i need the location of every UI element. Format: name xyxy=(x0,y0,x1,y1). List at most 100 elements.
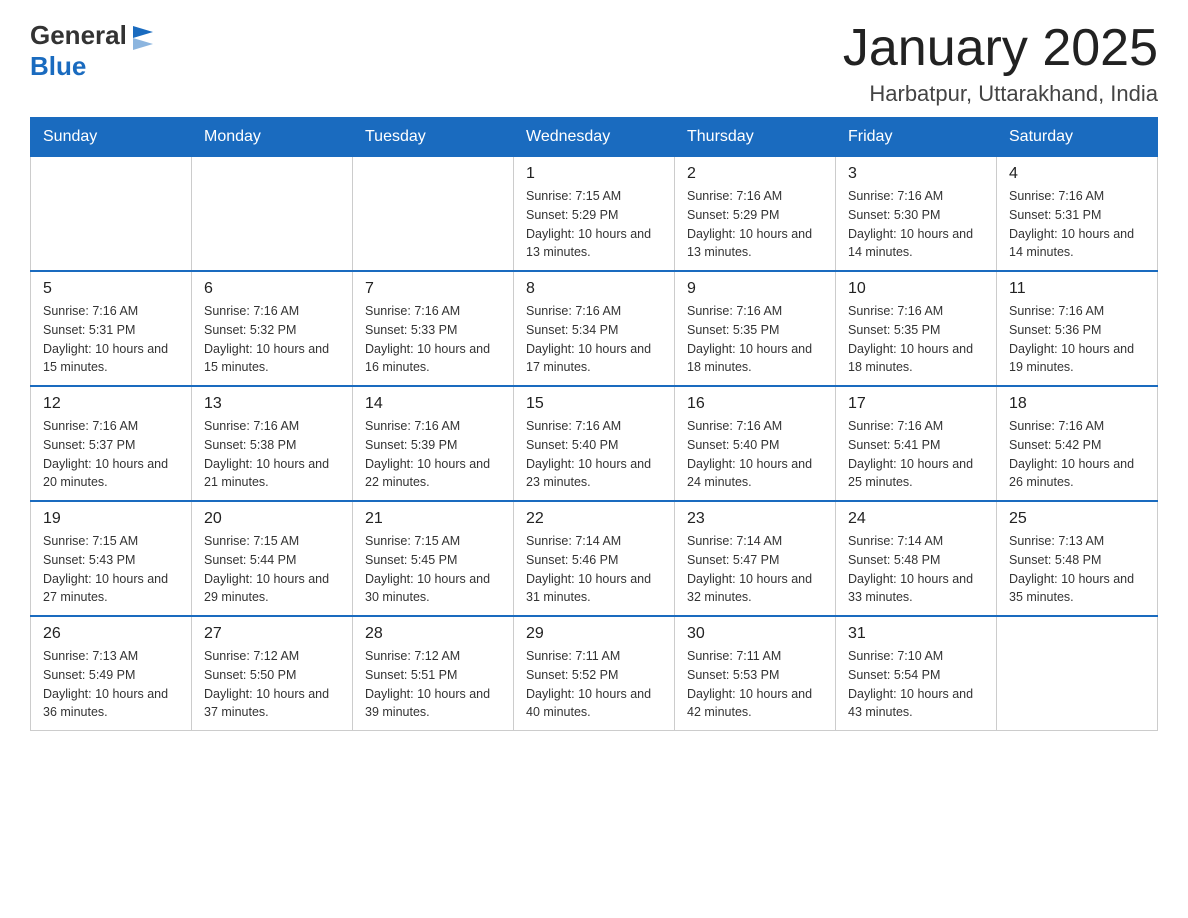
calendar-cell: 20Sunrise: 7:15 AM Sunset: 5:44 PM Dayli… xyxy=(192,501,353,616)
calendar-cell: 5 Sunrise: 7:16 AM Sunset: 5:31 PM Daylig… xyxy=(31,271,192,386)
column-header-tuesday: Tuesday xyxy=(353,118,514,157)
calendar-cell: 17Sunrise: 7:16 AM Sunset: 5:41 PM Dayli… xyxy=(836,386,997,501)
day-number: 10 xyxy=(848,280,984,298)
column-header-friday: Friday xyxy=(836,118,997,157)
day-info: Sunrise: 7:16 AM Sunset: 5:38 PM Dayligh… xyxy=(204,417,340,492)
day-number: 6 xyxy=(204,280,340,298)
logo-blue-text: Blue xyxy=(30,51,86,82)
day-info: Sunrise: 7:16 AM Sunset: 5:31 PM Dayligh… xyxy=(43,302,179,377)
day-number: 14 xyxy=(365,395,501,413)
calendar-cell: 31 Sunrise: 7:10 AM Sunset: 5:54 PM Dayli… xyxy=(836,616,997,731)
calendar-table: SundayMondayTuesdayWednesdayThursdayFrid… xyxy=(30,117,1158,731)
day-info: Sunrise: 7:16 AM Sunset: 5:36 PM Dayligh… xyxy=(1009,302,1145,377)
calendar-cell: 19Sunrise: 7:15 AM Sunset: 5:43 PM Dayli… xyxy=(31,501,192,616)
day-info: Sunrise: 7:15 AM Sunset: 5:29 PM Dayligh… xyxy=(526,187,662,262)
day-number: 23 xyxy=(687,510,823,528)
calendar-cell: 11 Sunrise: 7:16 AM Sunset: 5:36 PM Dayli… xyxy=(997,271,1158,386)
calendar-title: January 2025 xyxy=(843,20,1158,77)
day-number: 29 xyxy=(526,625,662,643)
day-info: Sunrise: 7:12 AM Sunset: 5:51 PM Dayligh… xyxy=(365,647,501,722)
calendar-cell: 22Sunrise: 7:14 AM Sunset: 5:46 PM Dayli… xyxy=(514,501,675,616)
day-info: Sunrise: 7:10 AM Sunset: 5:54 PM Dayligh… xyxy=(848,647,984,722)
calendar-header-row: SundayMondayTuesdayWednesdayThursdayFrid… xyxy=(31,118,1158,157)
calendar-cell xyxy=(997,616,1158,731)
day-number: 11 xyxy=(1009,280,1145,298)
calendar-cell: 30 Sunrise: 7:11 AM Sunset: 5:53 PM Dayli… xyxy=(675,616,836,731)
day-number: 25 xyxy=(1009,510,1145,528)
day-info: Sunrise: 7:16 AM Sunset: 5:33 PM Dayligh… xyxy=(365,302,501,377)
day-number: 18 xyxy=(1009,395,1145,413)
day-info: Sunrise: 7:11 AM Sunset: 5:52 PM Dayligh… xyxy=(526,647,662,722)
day-number: 8 xyxy=(526,280,662,298)
calendar-cell: 23 Sunrise: 7:14 AM Sunset: 5:47 PM Dayli… xyxy=(675,501,836,616)
calendar-cell: 25 Sunrise: 7:13 AM Sunset: 5:48 PM Dayli… xyxy=(997,501,1158,616)
day-info: Sunrise: 7:12 AM Sunset: 5:50 PM Dayligh… xyxy=(204,647,340,722)
calendar-cell: 15 Sunrise: 7:16 AM Sunset: 5:40 PM Dayli… xyxy=(514,386,675,501)
day-info: Sunrise: 7:15 AM Sunset: 5:45 PM Dayligh… xyxy=(365,532,501,607)
calendar-cell: 26Sunrise: 7:13 AM Sunset: 5:49 PM Dayli… xyxy=(31,616,192,731)
day-number: 15 xyxy=(526,395,662,413)
calendar-cell: 27 Sunrise: 7:12 AM Sunset: 5:50 PM Dayli… xyxy=(192,616,353,731)
day-info: Sunrise: 7:11 AM Sunset: 5:53 PM Dayligh… xyxy=(687,647,823,722)
calendar-cell: 9 Sunrise: 7:16 AM Sunset: 5:35 PM Daylig… xyxy=(675,271,836,386)
day-number: 24 xyxy=(848,510,984,528)
day-info: Sunrise: 7:14 AM Sunset: 5:46 PM Dayligh… xyxy=(526,532,662,607)
logo-flag-icon xyxy=(129,22,157,50)
calendar-week-row: 26Sunrise: 7:13 AM Sunset: 5:49 PM Dayli… xyxy=(31,616,1158,731)
calendar-cell: 29 Sunrise: 7:11 AM Sunset: 5:52 PM Dayli… xyxy=(514,616,675,731)
day-info: Sunrise: 7:16 AM Sunset: 5:37 PM Dayligh… xyxy=(43,417,179,492)
calendar-cell xyxy=(353,157,514,272)
day-number: 3 xyxy=(848,165,984,183)
calendar-cell: 28 Sunrise: 7:12 AM Sunset: 5:51 PM Dayli… xyxy=(353,616,514,731)
day-info: Sunrise: 7:16 AM Sunset: 5:30 PM Dayligh… xyxy=(848,187,984,262)
calendar-cell: 6 Sunrise: 7:16 AM Sunset: 5:32 PM Daylig… xyxy=(192,271,353,386)
calendar-cell: 12Sunrise: 7:16 AM Sunset: 5:37 PM Dayli… xyxy=(31,386,192,501)
day-number: 7 xyxy=(365,280,501,298)
calendar-week-row: 5 Sunrise: 7:16 AM Sunset: 5:31 PM Daylig… xyxy=(31,271,1158,386)
calendar-cell: 3 Sunrise: 7:16 AM Sunset: 5:30 PM Daylig… xyxy=(836,157,997,272)
day-number: 19 xyxy=(43,510,179,528)
day-info: Sunrise: 7:16 AM Sunset: 5:29 PM Dayligh… xyxy=(687,187,823,262)
calendar-cell: 24 Sunrise: 7:14 AM Sunset: 5:48 PM Dayli… xyxy=(836,501,997,616)
day-info: Sunrise: 7:16 AM Sunset: 5:42 PM Dayligh… xyxy=(1009,417,1145,492)
calendar-cell: 8Sunrise: 7:16 AM Sunset: 5:34 PM Daylig… xyxy=(514,271,675,386)
calendar-cell: 1 Sunrise: 7:15 AM Sunset: 5:29 PM Daylig… xyxy=(514,157,675,272)
day-number: 31 xyxy=(848,625,984,643)
calendar-cell: 16 Sunrise: 7:16 AM Sunset: 5:40 PM Dayli… xyxy=(675,386,836,501)
day-info: Sunrise: 7:16 AM Sunset: 5:40 PM Dayligh… xyxy=(687,417,823,492)
calendar-week-row: 1 Sunrise: 7:15 AM Sunset: 5:29 PM Daylig… xyxy=(31,157,1158,272)
day-info: Sunrise: 7:14 AM Sunset: 5:47 PM Dayligh… xyxy=(687,532,823,607)
column-header-monday: Monday xyxy=(192,118,353,157)
day-number: 30 xyxy=(687,625,823,643)
calendar-cell: 18 Sunrise: 7:16 AM Sunset: 5:42 PM Dayli… xyxy=(997,386,1158,501)
day-info: Sunrise: 7:16 AM Sunset: 5:35 PM Dayligh… xyxy=(687,302,823,377)
calendar-cell: 21 Sunrise: 7:15 AM Sunset: 5:45 PM Dayli… xyxy=(353,501,514,616)
logo: General Blue xyxy=(30,20,157,82)
day-number: 5 xyxy=(43,280,179,298)
day-info: Sunrise: 7:16 AM Sunset: 5:32 PM Dayligh… xyxy=(204,302,340,377)
calendar-cell xyxy=(31,157,192,272)
calendar-cell: 13 Sunrise: 7:16 AM Sunset: 5:38 PM Dayli… xyxy=(192,386,353,501)
day-number: 27 xyxy=(204,625,340,643)
day-info: Sunrise: 7:16 AM Sunset: 5:35 PM Dayligh… xyxy=(848,302,984,377)
day-number: 28 xyxy=(365,625,501,643)
day-info: Sunrise: 7:13 AM Sunset: 5:49 PM Dayligh… xyxy=(43,647,179,722)
calendar-cell: 4Sunrise: 7:16 AM Sunset: 5:31 PM Daylig… xyxy=(997,157,1158,272)
day-number: 21 xyxy=(365,510,501,528)
day-info: Sunrise: 7:13 AM Sunset: 5:48 PM Dayligh… xyxy=(1009,532,1145,607)
day-info: Sunrise: 7:14 AM Sunset: 5:48 PM Dayligh… xyxy=(848,532,984,607)
day-number: 13 xyxy=(204,395,340,413)
day-number: 1 xyxy=(526,165,662,183)
calendar-cell: 7 Sunrise: 7:16 AM Sunset: 5:33 PM Daylig… xyxy=(353,271,514,386)
day-info: Sunrise: 7:16 AM Sunset: 5:40 PM Dayligh… xyxy=(526,417,662,492)
calendar-subtitle: Harbatpur, Uttarakhand, India xyxy=(843,81,1158,107)
day-info: Sunrise: 7:16 AM Sunset: 5:39 PM Dayligh… xyxy=(365,417,501,492)
column-header-thursday: Thursday xyxy=(675,118,836,157)
page-header: General Blue January 2025 Harbatpur, Utt… xyxy=(30,20,1158,107)
day-number: 16 xyxy=(687,395,823,413)
day-number: 20 xyxy=(204,510,340,528)
calendar-cell: 2 Sunrise: 7:16 AM Sunset: 5:29 PM Daylig… xyxy=(675,157,836,272)
title-section: January 2025 Harbatpur, Uttarakhand, Ind… xyxy=(843,20,1158,107)
day-number: 2 xyxy=(687,165,823,183)
day-number: 9 xyxy=(687,280,823,298)
